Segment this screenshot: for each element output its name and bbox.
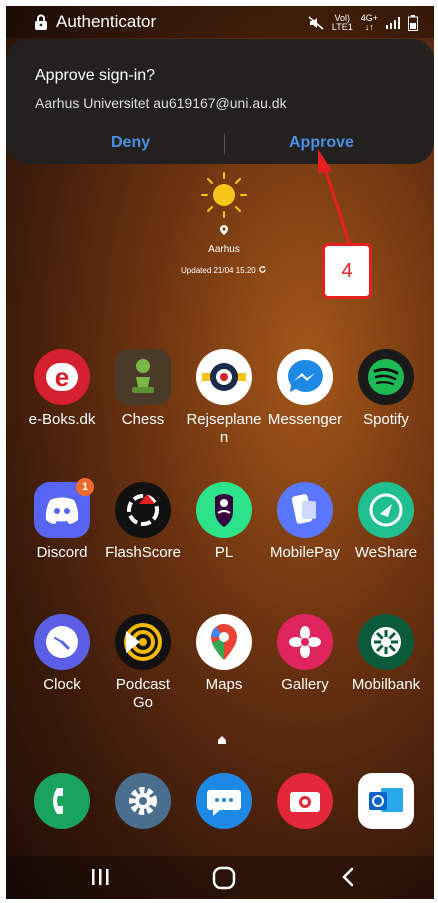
app-spotify[interactable]: Spotify	[346, 349, 426, 429]
app-rejseplanen[interactable]: Rejseplane n	[184, 349, 264, 447]
dock-outlook[interactable]	[346, 773, 426, 829]
svg-text:e: e	[55, 362, 69, 392]
dock-phone[interactable]	[22, 773, 102, 829]
app-label: Rejseplane n	[186, 411, 262, 446]
back-button[interactable]	[328, 866, 368, 892]
premier-league-icon	[196, 482, 252, 538]
home-page-indicator-icon	[218, 736, 226, 744]
weshare-icon	[358, 482, 414, 538]
gallery-flower-icon	[277, 614, 333, 670]
app-messenger[interactable]: Messenger	[265, 349, 345, 429]
app-label: Discord	[36, 544, 88, 561]
navigation-bar	[6, 856, 434, 899]
app-eboks[interactable]: e e-Boks.dk	[22, 349, 102, 429]
flashscore-icon	[115, 482, 171, 538]
app-clock[interactable]: Clock	[22, 614, 102, 694]
app-label: Mobilbank	[351, 676, 421, 693]
app-label: Spotify	[363, 411, 409, 428]
messages-icon	[196, 773, 252, 829]
home-icon	[212, 866, 236, 890]
app-discord[interactable]: 1 Discord	[22, 478, 102, 562]
chess-pawn-icon	[115, 349, 171, 405]
app-label: Messenger	[267, 411, 343, 428]
dock-settings[interactable]	[103, 773, 183, 829]
camera-icon	[277, 773, 333, 829]
app-label: Gallery	[281, 676, 329, 693]
recents-button[interactable]	[80, 866, 120, 892]
recents-icon	[92, 869, 109, 885]
discord-icon: 1	[34, 478, 94, 538]
dock-camera[interactable]	[265, 773, 345, 829]
settings-gear-icon	[115, 773, 171, 829]
app-gallery[interactable]: Gallery	[265, 614, 345, 694]
app-chess[interactable]: Chess	[103, 349, 183, 429]
mobilbank-icon	[358, 614, 414, 670]
notification-badge: 1	[76, 478, 94, 496]
app-label: Podcast Go	[115, 676, 171, 711]
app-pl[interactable]: PL	[184, 482, 264, 562]
home-button[interactable]	[204, 866, 244, 892]
app-label: Chess	[121, 411, 165, 428]
outlook-icon	[358, 773, 414, 829]
app-label: FlashScore	[105, 544, 181, 561]
app-podcast-go[interactable]: Podcast Go	[103, 614, 183, 712]
app-label: Maps	[205, 676, 243, 693]
podcast-go-icon	[115, 614, 171, 670]
phone-screen: Authenticator Vol) LTE1 4G+ ↓↑ Approve s…	[6, 6, 434, 899]
app-weshare[interactable]: WeShare	[346, 482, 426, 562]
eboks-icon: e	[34, 349, 90, 405]
phone-icon	[34, 773, 90, 829]
back-icon	[342, 867, 354, 887]
app-label: WeShare	[354, 544, 418, 561]
app-label: e-Boks.dk	[28, 411, 96, 428]
app-mobilbank[interactable]: Mobilbank	[346, 614, 426, 694]
app-label: PL	[214, 544, 234, 561]
maps-pin-icon	[196, 614, 252, 670]
rejseplanen-icon	[196, 349, 252, 405]
step-callout: 4	[322, 243, 372, 299]
clock-icon	[34, 614, 90, 670]
spotify-icon	[358, 349, 414, 405]
app-label: MobilePay	[269, 544, 341, 561]
messenger-icon	[277, 349, 333, 405]
app-flashscore[interactable]: FlashScore	[103, 482, 183, 562]
mobilepay-icon	[277, 482, 333, 538]
app-mobilepay[interactable]: MobilePay	[265, 482, 345, 562]
dock-messages[interactable]	[184, 773, 264, 829]
app-maps[interactable]: Maps	[184, 614, 264, 694]
app-label: Clock	[43, 676, 81, 693]
